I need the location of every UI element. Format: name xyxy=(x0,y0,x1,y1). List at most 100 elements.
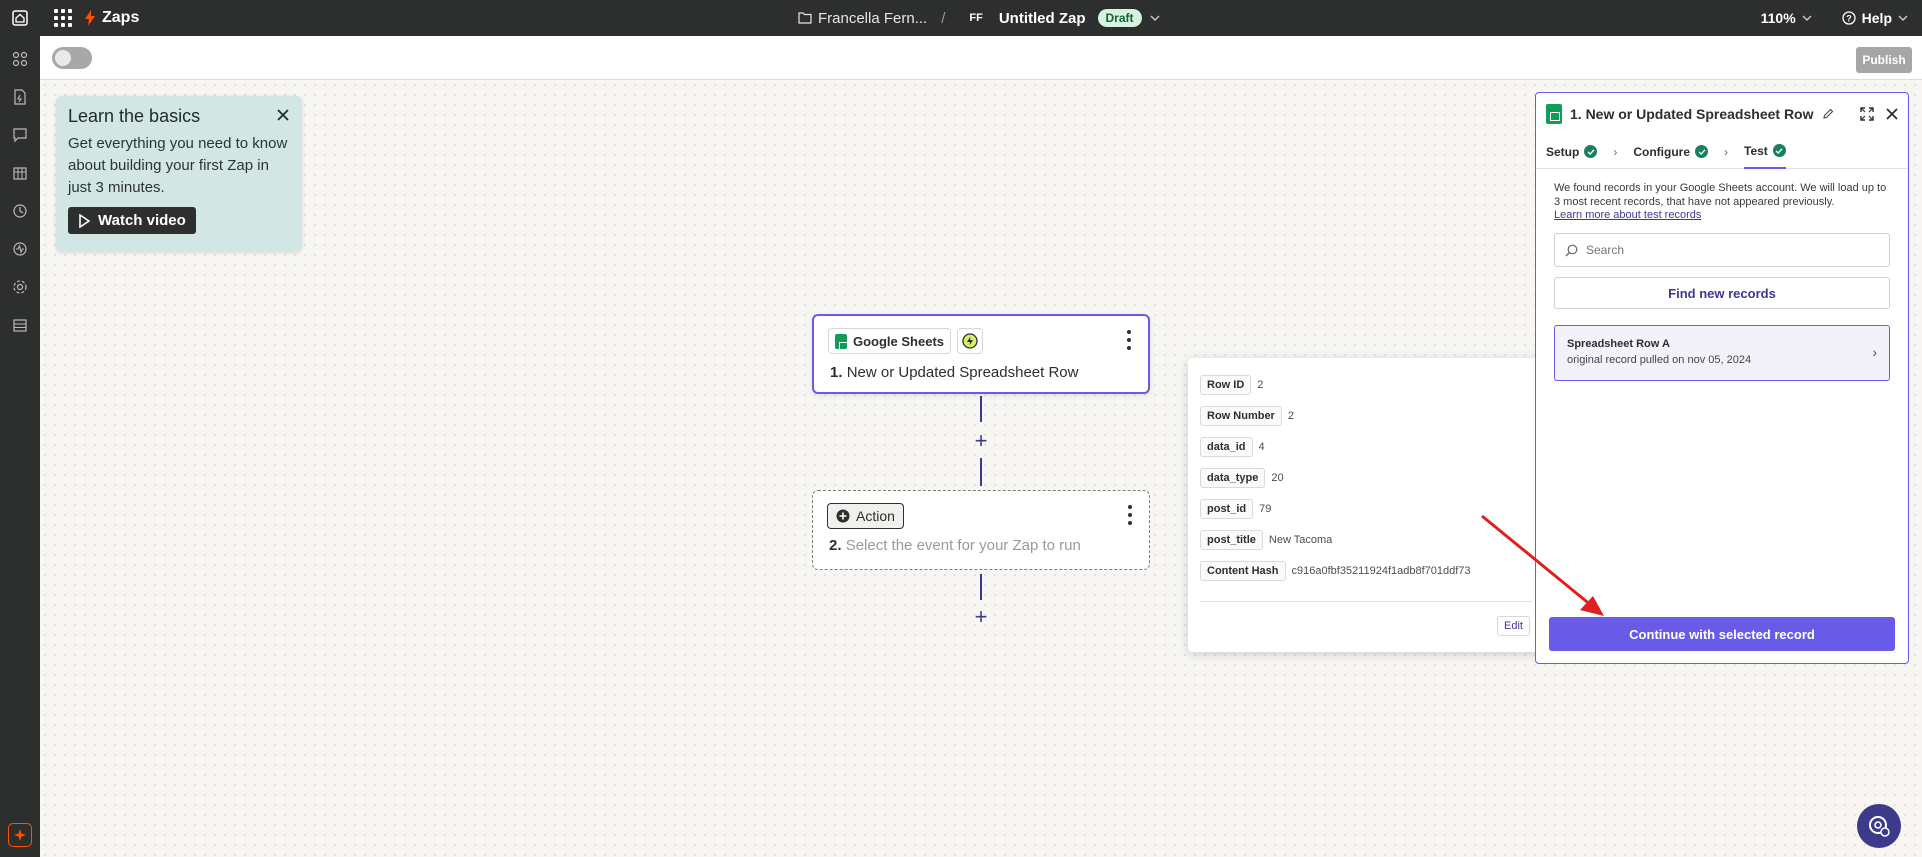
record-title: Spreadsheet Row A xyxy=(1567,338,1670,350)
sidebar-zaps-icon[interactable] xyxy=(11,88,29,106)
field-value: 2 xyxy=(1287,410,1294,422)
field-value: 79 xyxy=(1259,503,1272,515)
connector-line xyxy=(980,574,982,600)
pencil-icon[interactable] xyxy=(1822,108,1834,120)
user-initials: FF xyxy=(969,12,983,24)
action-chip: Action xyxy=(827,503,904,529)
sidebar-activity-icon[interactable] xyxy=(11,240,29,258)
brand-label: Zaps xyxy=(102,9,140,26)
tab-label: Test xyxy=(1744,143,1768,158)
search-input[interactable] xyxy=(1586,243,1879,257)
left-sidebar xyxy=(0,36,40,857)
record-field: Content Hash c916a0fbf35211924f1adb8f701d… xyxy=(1200,560,1532,582)
watch-video-button[interactable]: Watch video xyxy=(68,207,196,234)
app-name: Google Sheets xyxy=(853,333,945,349)
action-step-card[interactable]: Action 2. Select the event for your Zap … xyxy=(812,490,1150,570)
close-icon[interactable] xyxy=(1886,108,1898,120)
sidebar-tables-icon[interactable] xyxy=(11,164,29,182)
sidebar-storage-icon[interactable] xyxy=(11,316,29,334)
divider xyxy=(1200,601,1532,602)
field-key: data_type xyxy=(1200,468,1266,488)
chevron-down-icon xyxy=(1802,15,1812,21)
ai-assistant-icon[interactable] xyxy=(8,823,32,847)
search-field[interactable] xyxy=(1554,233,1890,267)
tab-test[interactable]: Test xyxy=(1744,135,1786,169)
panel-body: We found records in your Google Sheets a… xyxy=(1536,169,1908,393)
plus-circle-icon xyxy=(836,509,850,523)
record-list-item[interactable]: Spreadsheet Row A original record pulled… xyxy=(1554,325,1890,381)
sidebar-history-icon[interactable] xyxy=(11,202,29,220)
edit-button[interactable]: Edit xyxy=(1497,616,1530,636)
step-title: 2. Select the event for your Zap to run xyxy=(829,537,1081,554)
learn-more-link[interactable]: Learn more about test records xyxy=(1554,209,1890,221)
home-button[interactable] xyxy=(0,0,40,36)
sidebar-apps-icon[interactable] xyxy=(11,50,29,68)
tab-configure[interactable]: Configure xyxy=(1633,135,1709,169)
app-chip: Google Sheets xyxy=(828,328,952,354)
panel-header: 1. New or Updated Spreadsheet Row xyxy=(1536,93,1908,135)
step-details-panel: 1. New or Updated Spreadsheet Row Setup … xyxy=(1535,92,1909,664)
check-icon xyxy=(1584,145,1598,158)
trigger-type-icon xyxy=(957,328,983,354)
zoom-level: 110% xyxy=(1760,10,1796,26)
connector-line xyxy=(980,396,982,422)
step-tabs: Setup › Configure › Test xyxy=(1536,135,1908,169)
learn-basics-card: Learn the basics Get everything you need… xyxy=(56,96,302,252)
zaps-brand[interactable]: Zaps xyxy=(84,9,139,27)
top-right-controls: 110% ? Help xyxy=(1761,0,1908,36)
step-event: New or Updated Spreadsheet Row xyxy=(846,364,1079,381)
record-field: data_type 20 xyxy=(1200,467,1532,489)
support-icon xyxy=(1869,816,1890,837)
find-new-records-button[interactable]: Find new records xyxy=(1554,277,1890,309)
sidebar-settings-icon[interactable] xyxy=(11,278,29,296)
search-icon xyxy=(1565,244,1578,256)
zap-title[interactable]: Untitled Zap xyxy=(999,10,1086,27)
publish-button[interactable]: Publish xyxy=(1856,47,1912,73)
continue-with-selected-record-button[interactable]: Continue with selected record xyxy=(1549,617,1895,651)
zap-on-off-toggle[interactable] xyxy=(52,47,92,69)
status-badge: Draft xyxy=(1097,9,1142,27)
tab-setup[interactable]: Setup xyxy=(1546,135,1598,169)
trigger-step-card[interactable]: Google Sheets 1. New or Updated Spreadsh… xyxy=(812,314,1150,394)
app-launcher-icon[interactable] xyxy=(52,7,74,29)
more-options-icon[interactable] xyxy=(1127,505,1133,525)
help-menu[interactable]: ? Help xyxy=(1842,10,1908,26)
field-key: data_id xyxy=(1200,437,1253,457)
expand-icon[interactable] xyxy=(1860,107,1874,121)
record-field: Row ID 2 xyxy=(1200,374,1532,396)
field-key: Row Number xyxy=(1200,406,1282,426)
connector-line xyxy=(980,458,982,486)
help-label: Help xyxy=(1861,10,1892,26)
add-step-icon[interactable]: + xyxy=(972,430,990,452)
field-value: New Tacoma xyxy=(1268,534,1333,546)
folder-breadcrumb[interactable]: Francella Fern... xyxy=(798,10,927,27)
field-value: 4 xyxy=(1258,441,1265,453)
field-value: 2 xyxy=(1257,379,1264,391)
panel-header-actions xyxy=(1860,107,1898,121)
folder-name: Francella Fern... xyxy=(818,9,928,27)
svg-text:?: ? xyxy=(1846,14,1852,24)
field-value: 20 xyxy=(1271,472,1284,484)
chevron-right-icon: › xyxy=(1724,144,1729,159)
play-icon xyxy=(79,213,90,228)
chevron-down-icon[interactable] xyxy=(1150,14,1160,22)
zoom-selector[interactable]: 110% xyxy=(1761,10,1812,26)
learn-body: Get everything you need to know about bu… xyxy=(68,135,288,196)
bolt-icon xyxy=(85,10,95,26)
support-chat-button[interactable] xyxy=(1857,804,1901,848)
chevron-down-icon xyxy=(1898,15,1908,21)
help-icon: ? xyxy=(1842,11,1856,25)
add-step-icon[interactable]: + xyxy=(972,606,990,628)
watch-video-label: Watch video xyxy=(98,212,186,229)
more-options-icon[interactable] xyxy=(1126,330,1132,350)
record-preview-popover: Row ID 2 Row Number 2 data_id 4 data_type 20… xyxy=(1188,358,1544,652)
editor-toolbar: Publish xyxy=(40,36,1922,80)
action-label: Action xyxy=(856,508,895,524)
sidebar-interfaces-icon[interactable] xyxy=(11,126,29,144)
step-number: 2. xyxy=(829,537,842,554)
found-records-text: We found records in your Google Sheets a… xyxy=(1554,182,1887,208)
record-field: Row Number 2 xyxy=(1200,405,1532,427)
home-icon xyxy=(12,10,28,26)
close-icon[interactable] xyxy=(276,108,290,122)
field-key: post_id xyxy=(1200,499,1254,519)
